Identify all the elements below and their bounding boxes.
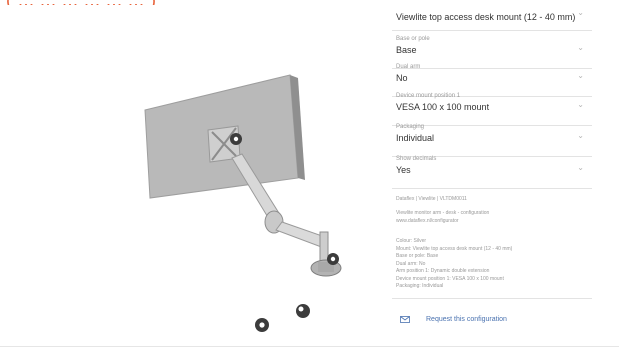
monitor-arm-render: [144, 74, 342, 332]
summary-line: Mount: Viewlite top access desk mount (1…: [396, 245, 513, 252]
config-row-value: VESA 100 x 100 mount: [396, 102, 490, 112]
base-hotspot-gear-icon[interactable]: [327, 253, 339, 265]
summary-description: Viewlite monitor arm - desk - configurat…: [396, 210, 489, 225]
summary-line: www.dataflex.nl/configurator: [396, 217, 459, 224]
chevron-down-icon: ⌄: [577, 43, 584, 52]
chevron-down-icon: ⌄: [577, 8, 584, 17]
config-row-value: No: [396, 73, 408, 83]
summary-code: Dataflex | Viewlite | VLTDM0011: [396, 196, 467, 202]
viewer-colour-palette-icon[interactable]: [296, 304, 310, 318]
summary-line: Viewlite monitor arm - desk - configurat…: [396, 210, 490, 216]
config-row-label: Device mount position 1: [396, 93, 461, 99]
config-row-show-decimals[interactable]: Show decimals Yes ⌄: [392, 150, 592, 189]
config-row-value: Viewlite top access desk mount (12 - 40 …: [396, 12, 576, 22]
summary-details: Colour: Silver Mount: Viewlite top acces…: [396, 238, 512, 291]
config-row-label: Show decimals: [396, 156, 437, 162]
config-row-value: Yes: [396, 165, 411, 175]
config-row-value: Individual: [396, 133, 435, 143]
config-row-label: Dual arm: [396, 64, 421, 70]
request-configuration-link[interactable]: Request this configuration: [392, 312, 592, 330]
envelope-icon: [400, 316, 410, 323]
summary-line: Base or pole: Base: [396, 253, 439, 259]
configuration-panel: Viewlite top access desk mount (12 - 40 …: [392, 0, 592, 356]
monitor-hotspot-gear-icon[interactable]: [230, 133, 242, 145]
summary-line: Arm position 1: Dynamic double extension: [396, 268, 490, 274]
config-row-label: Base or pole: [396, 36, 430, 42]
3d-viewer[interactable]: [0, 0, 380, 356]
chevron-down-icon: ⌄: [577, 131, 584, 140]
config-row-mount[interactable]: Viewlite top access desk mount (12 - 40 …: [392, 0, 592, 31]
summary-line: Device mount position 1: VESA 100 x 100 …: [396, 275, 504, 282]
config-row-value: Base: [396, 45, 417, 55]
summary-line: Dual arm: No: [396, 260, 426, 267]
summary-line: Packaging: Individual: [396, 283, 444, 289]
viewer-settings-gear-icon[interactable]: [255, 318, 269, 332]
request-configuration-label: Request this configuration: [426, 316, 507, 323]
config-row-label: Packaging: [396, 124, 425, 130]
chevron-down-icon: ⌄: [577, 100, 584, 109]
divider: [392, 298, 592, 299]
chevron-down-icon: ⌄: [577, 71, 584, 80]
chevron-down-icon: ⌄: [577, 163, 584, 172]
summary-line: Colour: Silver: [396, 238, 427, 244]
bottom-divider: [0, 346, 619, 347]
